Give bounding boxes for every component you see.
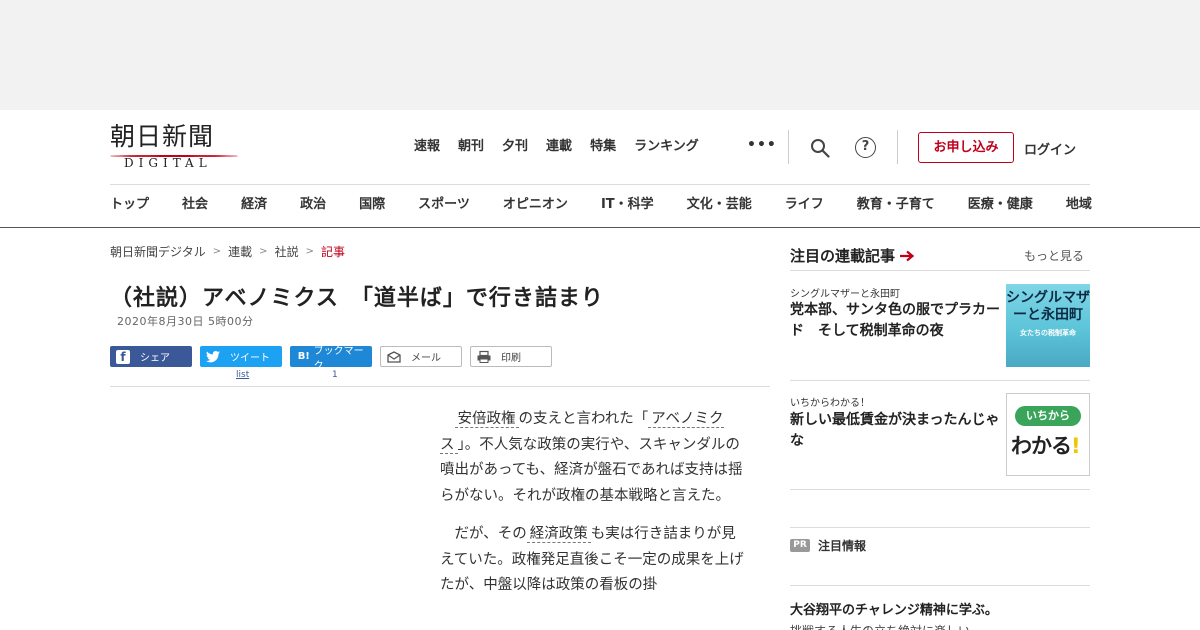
category-it-science[interactable]: IT・科学 — [601, 196, 654, 214]
thumbnail-pill-label: いちから — [1015, 406, 1081, 426]
category-society[interactable]: 社会 — [182, 196, 208, 214]
category-opinion[interactable]: オピニオン — [503, 196, 568, 214]
help-icon[interactable]: ? — [855, 137, 876, 158]
breadcrumb-separator: > — [305, 246, 314, 257]
sidebar-rule — [790, 270, 1090, 271]
mail-share-label: メール — [411, 353, 441, 364]
thumbnail-subtitle: 女たちの税制革命 — [1020, 329, 1076, 337]
logo-title: 朝日新聞 — [110, 122, 215, 151]
sidebar-item-category[interactable]: シングルマザーと永田町 — [790, 285, 900, 300]
hatena-bookmark-count: 1 — [332, 370, 338, 380]
breadcrumb-item-editorial[interactable]: 社説 — [275, 243, 299, 260]
nav-item-morning[interactable]: 朝刊 — [458, 138, 484, 156]
print-button[interactable]: 印刷 — [470, 346, 552, 367]
category-economy[interactable]: 経済 — [241, 196, 267, 214]
category-sports[interactable]: スポーツ — [418, 196, 470, 214]
sidebar-rule — [790, 380, 1090, 381]
print-label: 印刷 — [501, 353, 521, 364]
print-icon — [477, 350, 491, 363]
login-link[interactable]: ログイン — [1024, 139, 1076, 158]
sidebar-item-category[interactable]: いちからわかる！ — [790, 394, 870, 409]
sidebar-rule — [790, 527, 1090, 528]
article-date: 2020年8月30日 5時00分 — [117, 315, 254, 328]
site-logo[interactable]: 朝日新聞 DIGITAL — [110, 124, 240, 170]
twitter-share-count[interactable]: list — [236, 370, 249, 380]
category-education[interactable]: 教育・子育て — [857, 196, 935, 214]
header-divider — [788, 130, 789, 164]
category-health[interactable]: 医療・健康 — [968, 196, 1033, 214]
more-menu-button[interactable]: ••• — [747, 137, 777, 153]
category-local[interactable]: 地域 — [1066, 196, 1092, 214]
twitter-share-label: ツイート — [230, 353, 270, 364]
facebook-share-label: シェア — [140, 353, 170, 364]
category-international[interactable]: 国際 — [359, 196, 385, 214]
article-title: （社説）アベノミクス 「道半ば」で行き詰まり — [110, 286, 604, 311]
thumbnail-title: シングルマザーと永田町 — [1006, 290, 1090, 323]
nav-item-ranking[interactable]: ランキング — [634, 138, 699, 156]
breadcrumb: 朝日新聞デジタル > 連載 > 社説 > 記事 — [110, 243, 345, 260]
sidebar-rule — [790, 585, 1090, 586]
article-paragraph: 安倍政権 の支えと言われた「 アベノミクス 」。不人気な政策の実行や、スキャンダルの噴… — [440, 411, 743, 504]
category-culture[interactable]: 文化・芸能 — [687, 196, 752, 214]
header-divider — [897, 130, 898, 164]
article-paragraph: だが、その 経済政策 も実は行き詰まりが見えていた。政権発足直後こそ一定の成果を上げ… — [440, 526, 744, 593]
sidebar-more-link[interactable]: もっと見る — [1024, 247, 1084, 264]
nav-item-evening[interactable]: 夕刊 — [502, 138, 528, 156]
pr-section-label: 注目情報 — [818, 539, 867, 553]
header-rule — [110, 184, 1090, 185]
facebook-share-button[interactable]: f シェア — [110, 346, 192, 367]
top-nav: 速報 朝刊 夕刊 連載 特集 ランキング — [414, 138, 717, 156]
sidebar-rule — [790, 489, 1090, 490]
sidebar-heading[interactable]: 注目の連載記事 — [790, 245, 915, 266]
category-life[interactable]: ライフ — [785, 196, 824, 214]
pr-item-subtitle[interactable]: 挑戦する人生の立ち絶対に楽しい — [790, 622, 970, 630]
header-bottom-border — [0, 227, 1200, 228]
category-politics[interactable]: 政治 — [300, 196, 326, 214]
breadcrumb-separator: > — [259, 246, 268, 257]
sidebar-item-title[interactable]: 新しい最低賃金が決まったんじゃな — [790, 410, 1002, 452]
logo-subtitle: DIGITAL — [124, 156, 212, 170]
category-top[interactable]: トップ — [110, 196, 149, 214]
mail-icon — [387, 350, 401, 363]
breadcrumb-item-home[interactable]: 朝日新聞デジタル — [110, 243, 206, 260]
nav-item-features[interactable]: 特集 — [590, 138, 616, 156]
breadcrumb-separator: > — [212, 246, 222, 257]
pr-item-title[interactable]: 大谷翔平のチャレンジ精神に学ぶ。 — [790, 599, 998, 618]
arrow-right-icon — [900, 250, 915, 261]
keyword-link[interactable]: 安倍政権 — [454, 411, 519, 428]
twitter-bird-icon — [206, 350, 220, 362]
mail-share-button[interactable]: メール — [380, 346, 462, 367]
sidebar-heading-label: 注目の連載記事 — [790, 247, 896, 265]
breadcrumb-item-series[interactable]: 連載 — [228, 243, 252, 260]
article-body: 安倍政権 の支えと言われた「 アベノミクス 」。不人気な政策の実行や、スキャンダルの噴… — [440, 407, 750, 612]
hatena-bookmark-label: ブックマーク — [313, 345, 364, 372]
keyword-link[interactable]: 経済政策 — [526, 526, 591, 543]
pr-badge: PR — [790, 539, 810, 552]
hatena-bookmark-icon: B! — [297, 351, 310, 362]
subscribe-button[interactable]: お申し込み — [918, 132, 1014, 163]
sidebar-item-thumbnail[interactable]: いちから わかる! — [1006, 393, 1090, 476]
category-nav: トップ 社会 経済 政治 国際 スポーツ オピニオン IT・科学 文化・芸能 ラ… — [110, 196, 1092, 214]
search-icon[interactable] — [810, 138, 830, 158]
twitter-share-button[interactable]: ツイート — [200, 346, 282, 367]
sidebar-item-thumbnail[interactable]: シングルマザーと永田町 女たちの税制革命 — [1006, 284, 1090, 367]
advertisement-banner — [0, 0, 1200, 110]
facebook-icon: f — [116, 349, 130, 364]
article-rule — [110, 386, 770, 387]
breadcrumb-current: 記事 — [320, 245, 345, 259]
hatena-bookmark-button[interactable]: B! ブックマーク — [290, 346, 372, 372]
thumbnail-big-label: わかる! — [1011, 434, 1081, 458]
sidebar-item-title[interactable]: 党本部、サンタ色の服でプラカード そして税制革命の夜 — [790, 300, 1002, 342]
nav-item-breaking[interactable]: 速報 — [414, 138, 440, 156]
nav-item-series[interactable]: 連載 — [546, 138, 572, 156]
